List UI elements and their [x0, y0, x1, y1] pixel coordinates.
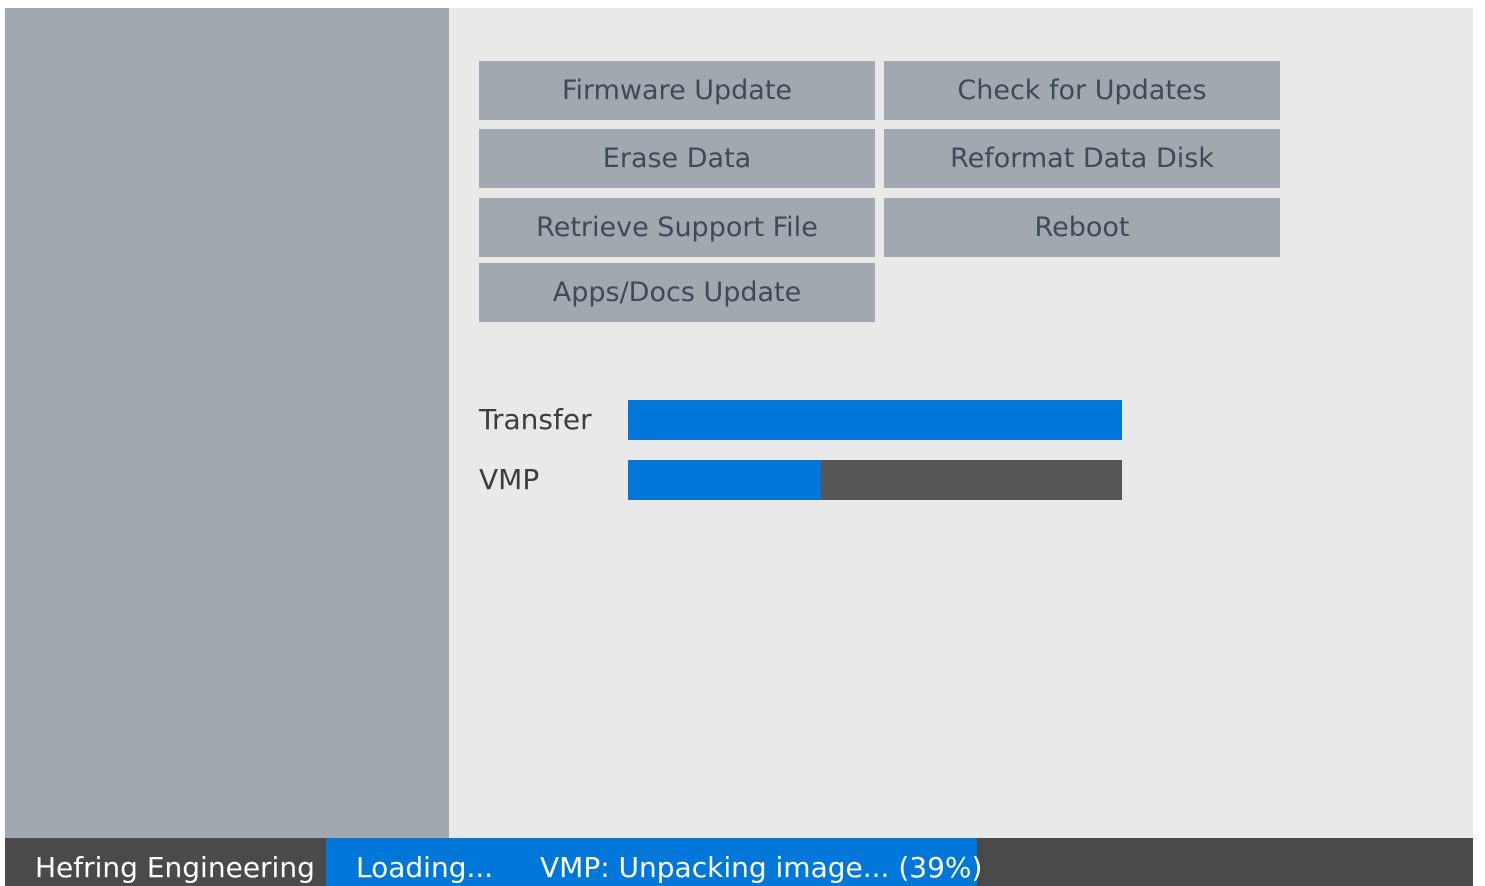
- status-detail-text: VMP: Unpacking image... (39%): [540, 851, 983, 884]
- apps-docs-update-button[interactable]: Apps/Docs Update: [479, 263, 875, 322]
- status-bar: Hefring Engineering Loading... VMP: Unpa…: [5, 838, 1473, 886]
- firmware-update-button[interactable]: Firmware Update: [479, 61, 875, 120]
- transfer-progress-fill: [628, 400, 1122, 440]
- retrieve-support-file-button[interactable]: Retrieve Support File: [479, 198, 875, 257]
- reformat-data-disk-button[interactable]: Reformat Data Disk: [884, 129, 1280, 188]
- sidebar: [5, 8, 449, 838]
- check-for-updates-button[interactable]: Check for Updates: [884, 61, 1280, 120]
- main-panel: Firmware Update Check for Updates Erase …: [449, 8, 1473, 838]
- vmp-progress-bar: [628, 460, 1122, 500]
- transfer-progress-bar: [628, 400, 1122, 440]
- status-loading-text: Loading...: [356, 851, 494, 884]
- vmp-progress-fill: [628, 460, 821, 500]
- status-brand: Hefring Engineering: [35, 851, 315, 884]
- reboot-button[interactable]: Reboot: [884, 198, 1280, 257]
- status-task: Loading... VMP: Unpacking image... (39%): [326, 838, 982, 886]
- erase-data-button[interactable]: Erase Data: [479, 129, 875, 188]
- transfer-label: Transfer: [479, 403, 592, 436]
- app-window: Firmware Update Check for Updates Erase …: [5, 8, 1473, 886]
- vmp-label: VMP: [479, 463, 540, 496]
